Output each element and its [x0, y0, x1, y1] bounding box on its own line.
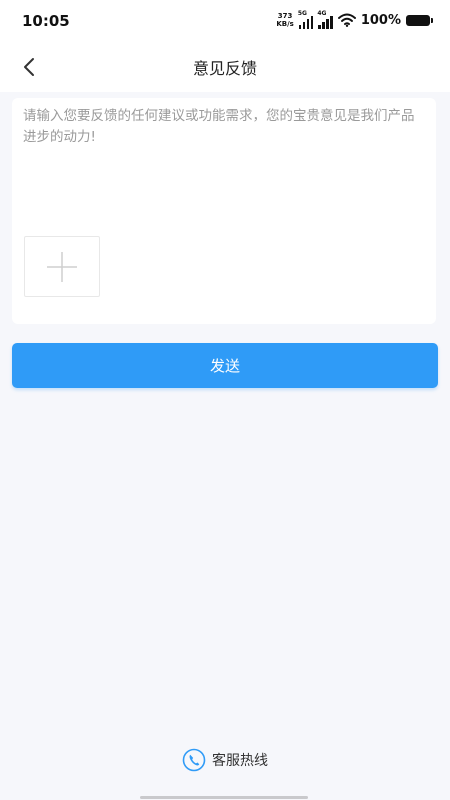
navigation-bar: 意见反馈 — [0, 40, 450, 92]
customer-service-hotline[interactable]: 客服热线 — [0, 748, 450, 772]
signal-5g-icon: 5G — [297, 10, 314, 29]
status-time: 10:05 — [22, 12, 70, 30]
wifi-icon — [337, 13, 356, 27]
network-speed-unit: KB/s — [276, 20, 294, 28]
status-bar: 10:05 373 KB/s 5G 4G 100% — [0, 0, 450, 40]
page-title: 意见反馈 — [192, 59, 257, 78]
add-image-button[interactable] — [24, 236, 100, 297]
plus-icon — [47, 251, 77, 282]
feedback-input[interactable] — [23, 106, 427, 216]
home-indicator — [140, 796, 308, 799]
battery-icon — [406, 14, 433, 26]
network-speed-value: 373 — [277, 12, 293, 20]
signal-4g-icon: 4G — [317, 10, 333, 29]
signal-5g-label: 5G — [297, 10, 307, 17]
hotline-label: 客服热线 — [212, 753, 268, 769]
status-icons: 373 KB/s 5G 4G 100% — [276, 9, 433, 31]
network-speed: 373 KB/s — [276, 12, 293, 28]
battery-percent: 100% — [360, 12, 401, 28]
send-button[interactable]: 发送 — [12, 343, 438, 388]
signal-4g-label: 4G — [317, 10, 327, 17]
phone-icon — [182, 748, 206, 772]
feedback-card — [12, 98, 436, 324]
